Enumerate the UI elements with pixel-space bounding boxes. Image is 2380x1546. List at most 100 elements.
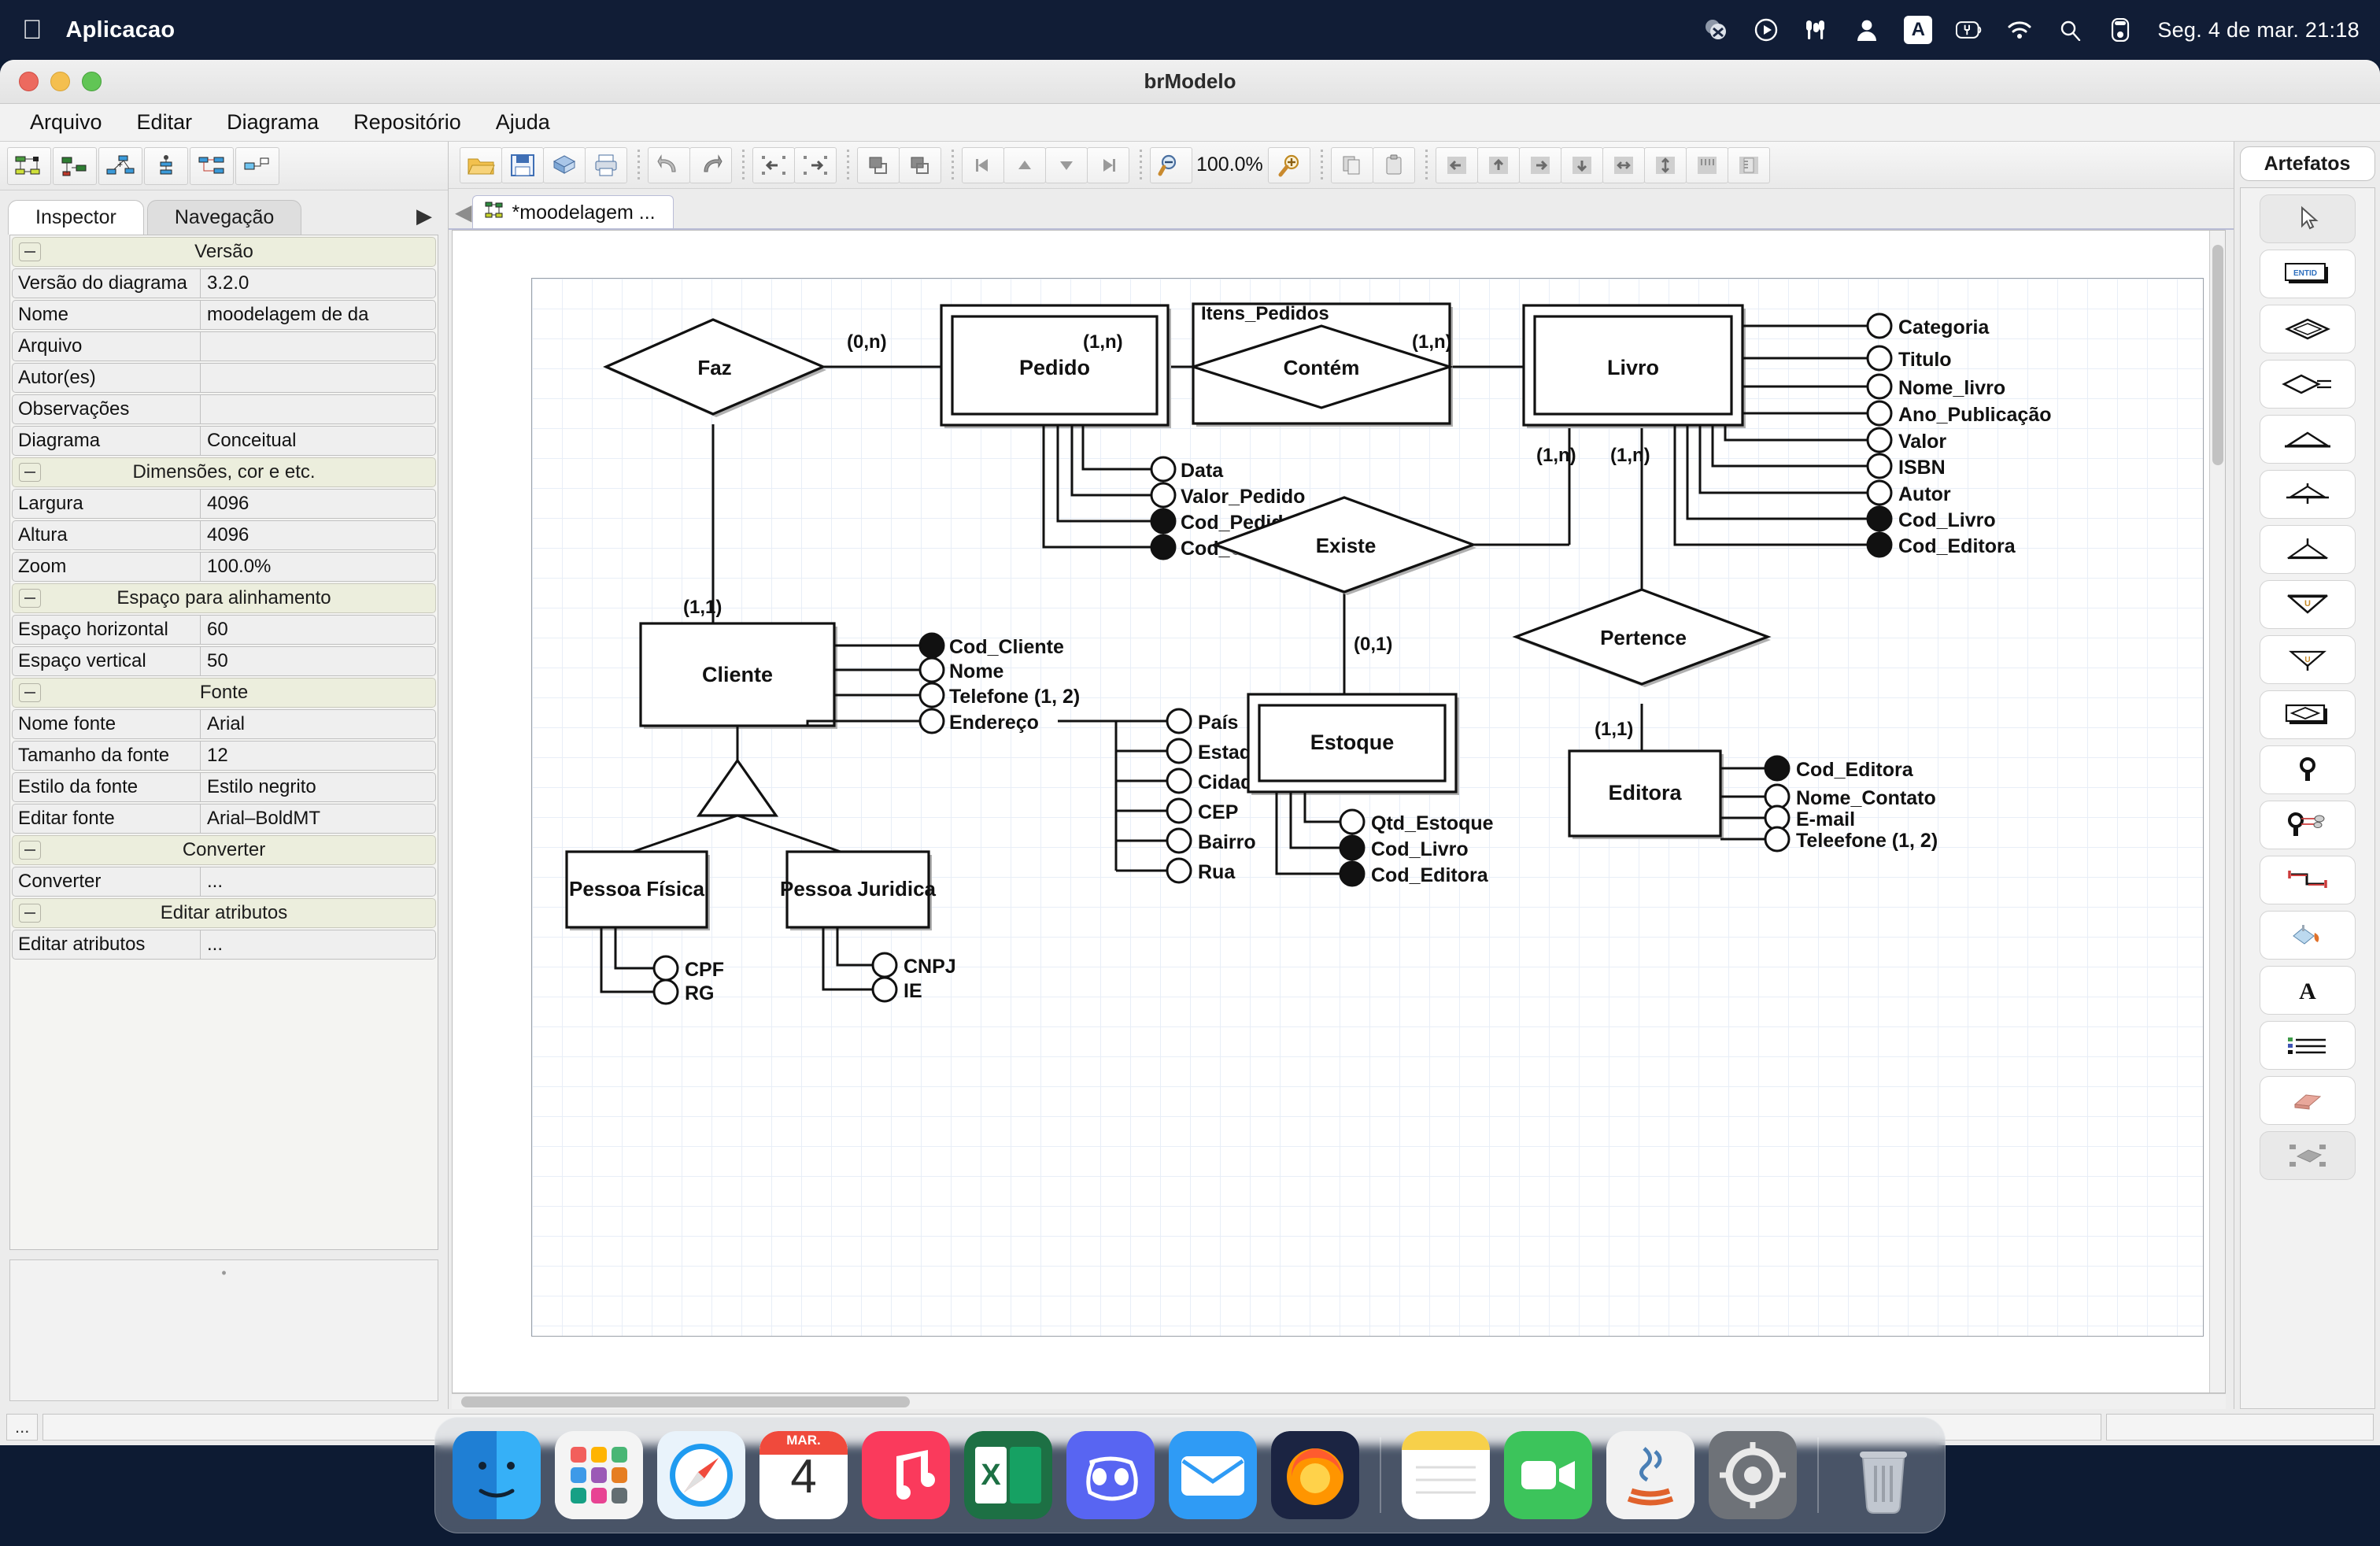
tab-artefatos[interactable]: Artefatos [2239, 146, 2375, 181]
property-value[interactable]: Arial [201, 709, 436, 739]
tab-inspector[interactable]: Inspector [8, 200, 144, 235]
property-value[interactable]: ... [201, 930, 436, 960]
vertical-align-icon[interactable] [144, 146, 188, 185]
menu-ajuda[interactable]: Ajuda [479, 109, 567, 136]
property-value[interactable] [201, 394, 436, 424]
dock-item-java[interactable] [1606, 1431, 1694, 1519]
tab-navegacao[interactable]: Navegação [146, 200, 302, 235]
zoom-in-icon[interactable] [1267, 146, 1310, 183]
property-value[interactable] [201, 331, 436, 361]
redo-icon[interactable] [689, 146, 732, 183]
down-icon[interactable] [1045, 146, 1088, 183]
property-value[interactable] [201, 363, 436, 393]
resize-grip-icon[interactable]: • [221, 1265, 226, 1282]
copy-icon[interactable] [1330, 146, 1373, 183]
undo-icon[interactable] [648, 146, 690, 183]
first-icon[interactable] [962, 146, 1004, 183]
canvas-inner[interactable]: .ln { stroke:#111; stroke-width:3; fill:… [453, 231, 2209, 1393]
dock-item-calendar[interactable]: MAR. 4 [759, 1431, 848, 1519]
property-value[interactable]: 50 [201, 646, 436, 676]
canvas-viewport[interactable]: .ln { stroke:#111; stroke-width:3; fill:… [452, 230, 2226, 1393]
attribute-icon[interactable] [2259, 745, 2356, 794]
union-down-icon[interactable]: U [2259, 580, 2356, 629]
property-value[interactable]: 60 [201, 615, 436, 645]
fill-color-icon[interactable] [2259, 911, 2356, 960]
group-header-fonte[interactable]: Fonte [12, 678, 436, 708]
battery-icon[interactable] [1956, 17, 1983, 43]
connector-icon[interactable] [2259, 856, 2356, 904]
property-value[interactable]: 3.2.0 [201, 268, 436, 298]
er-diagram[interactable]: .ln { stroke:#111; stroke-width:3; fill:… [532, 279, 2204, 1337]
ruler-icon[interactable] [1727, 146, 1770, 183]
dock-item-firefox[interactable] [1271, 1431, 1359, 1519]
open-icon[interactable] [460, 146, 502, 183]
scroll-thumb[interactable] [2212, 245, 2223, 465]
dock-item-excel[interactable]: X [964, 1431, 1052, 1519]
dock-item-finder[interactable] [453, 1431, 541, 1519]
menu-diagrama[interactable]: Diagrama [209, 109, 336, 136]
relationship-icon[interactable] [2259, 305, 2356, 353]
composite-attribute-icon[interactable] [2259, 801, 2356, 849]
text-icon[interactable]: A [2259, 966, 2356, 1015]
tree-layout-icon[interactable] [190, 146, 234, 185]
menu-repositorio[interactable]: Repositório [336, 109, 479, 136]
add-entity-icon[interactable] [53, 146, 97, 185]
group-layout-icon[interactable] [235, 146, 279, 185]
user-icon[interactable] [1853, 17, 1880, 43]
zoom-out-icon[interactable] [1150, 146, 1192, 183]
specialization-icon[interactable] [2259, 470, 2356, 519]
play-circle-icon[interactable] [1753, 17, 1779, 43]
property-value[interactable]: 100.0% [201, 552, 436, 582]
grid-icon[interactable] [1685, 146, 1728, 183]
nav-back-icon[interactable] [752, 146, 795, 183]
print-icon[interactable] [585, 146, 627, 183]
airpods-icon[interactable] [1803, 17, 1830, 43]
document-tab[interactable]: *moodelagem ... [471, 195, 674, 230]
inheritance-icon[interactable] [2259, 525, 2356, 574]
diagram-paper[interactable]: .ln { stroke:#111; stroke-width:3; fill:… [531, 278, 2204, 1337]
property-value[interactable]: Arial–BoldMT [201, 804, 436, 834]
paste-icon[interactable] [1372, 146, 1415, 183]
bring-front-icon[interactable] [857, 146, 900, 183]
nav-forward-icon[interactable] [794, 146, 837, 183]
group-header-editar-atributos[interactable]: Editar atributos [12, 898, 436, 928]
align-top-icon[interactable] [1476, 146, 1520, 183]
canvas-vertical-scrollbar[interactable] [2209, 231, 2225, 1393]
dock-item-facetime[interactable] [1504, 1431, 1592, 1519]
dock-item-music[interactable] [862, 1431, 950, 1519]
generalization-icon[interactable] [2259, 415, 2356, 464]
property-value[interactable]: Conceitual [201, 426, 436, 456]
dock-item-trash[interactable] [1839, 1431, 1927, 1519]
wifi-icon[interactable] [2006, 17, 2033, 43]
auto-layout-icon[interactable]: + [98, 146, 142, 185]
dock-item-launchpad[interactable] [555, 1431, 643, 1519]
scroll-thumb[interactable] [461, 1396, 910, 1407]
send-back-icon[interactable] [899, 146, 941, 183]
dock-item-mail[interactable] [1169, 1431, 1257, 1519]
new-diagram-icon[interactable] [7, 146, 51, 185]
property-value[interactable]: 4096 [201, 489, 436, 519]
property-value[interactable]: 12 [201, 741, 436, 771]
tabs-overflow-arrow-icon[interactable]: ▶ [416, 204, 440, 235]
pointer-icon[interactable] [2259, 194, 2356, 243]
entity-icon[interactable]: ENTID [2259, 250, 2356, 298]
relationship-attr-icon[interactable] [2259, 360, 2356, 409]
center-v-icon[interactable] [1643, 146, 1687, 183]
property-value[interactable]: Estilo negrito [201, 772, 436, 802]
group-header-espaco[interactable]: Espaço para alinhamento [12, 583, 436, 613]
group-header-dimensoes[interactable]: Dimensões, cor e etc. [12, 457, 436, 487]
eraser-icon[interactable] [2259, 1076, 2356, 1125]
property-value[interactable]: moodelagem de da [201, 300, 436, 330]
control-center-icon[interactable] [2107, 17, 2134, 43]
associative-entity-icon[interactable] [2259, 690, 2356, 739]
menu-arquivo[interactable]: Arquivo [13, 109, 120, 136]
apple-logo-icon[interactable]:  [22, 17, 42, 43]
property-value[interactable]: 4096 [201, 520, 436, 550]
input-source-badge[interactable]: A [1904, 16, 1933, 44]
align-bottom-icon[interactable] [1560, 146, 1603, 183]
align-left-icon[interactable] [1435, 146, 1478, 183]
select-area-icon[interactable] [2259, 1131, 2356, 1180]
align-right-icon[interactable] [1518, 146, 1561, 183]
dock-item-discord[interactable] [1066, 1431, 1155, 1519]
search-icon[interactable] [2057, 17, 2083, 43]
